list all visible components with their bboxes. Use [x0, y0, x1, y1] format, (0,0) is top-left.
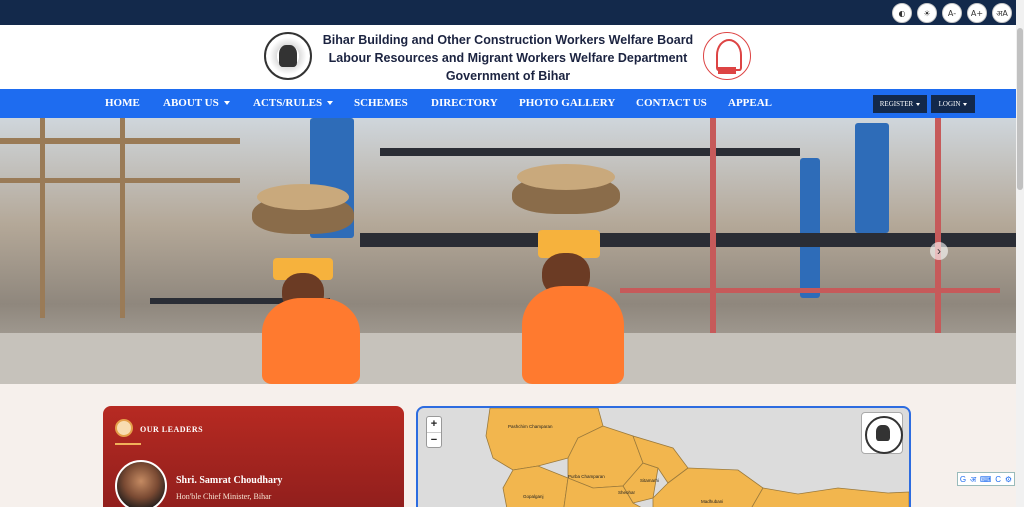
- nav-directory[interactable]: DIRECTORY: [431, 89, 498, 118]
- zoom-out-button[interactable]: −: [427, 432, 441, 447]
- title-underline: [115, 443, 141, 445]
- header-line-government: Government of Bihar: [445, 69, 571, 83]
- zoom-in-button[interactable]: +: [427, 417, 441, 432]
- chevron-down-icon: [916, 102, 921, 106]
- google-icon: G: [959, 474, 967, 484]
- map-shapes: [485, 408, 909, 507]
- language-toggle-button[interactable]: अA: [992, 3, 1012, 23]
- basin-load: [517, 164, 615, 190]
- contrast-icon[interactable]: ◐: [892, 3, 912, 23]
- header-line-board: Bihar Building and Other Construction Wo…: [322, 33, 694, 47]
- brightness-icon[interactable]: ☀: [917, 3, 937, 23]
- worker-vest: [522, 286, 624, 384]
- scaffold-pole: [40, 118, 45, 318]
- hero-banner: ›: [0, 118, 1016, 384]
- settings-icon[interactable]: ⚙: [1005, 475, 1012, 484]
- bihar-government-logo: [703, 32, 751, 80]
- nav-acts-rules[interactable]: ACTS/RULES: [253, 89, 334, 118]
- nav-home-label: HOME: [105, 97, 140, 109]
- font-decrease-button[interactable]: A-: [942, 3, 962, 23]
- label-gopalganj: Gopalganj: [523, 494, 544, 499]
- map-zoom-control: + −: [426, 416, 442, 448]
- label-pashchim-champaran: Pashchim Champaran: [508, 424, 553, 429]
- nav-home[interactable]: HOME: [105, 89, 140, 118]
- copy-icon[interactable]: C: [995, 475, 1001, 484]
- our-leaders-card: OUR LEADERS Shri. Samrat Choudhary Hon'b…: [103, 406, 404, 507]
- nav-about-us[interactable]: ABOUT US: [163, 89, 230, 118]
- district-gopalganj[interactable]: [502, 465, 569, 507]
- pipe: [360, 233, 1016, 247]
- chevron-down-icon: [327, 101, 334, 106]
- leader-photo: [115, 460, 167, 507]
- blue-tank: [800, 158, 820, 298]
- nav-about-us-label: ABOUT US: [163, 97, 219, 109]
- scrollbar-thumb[interactable]: [1017, 28, 1023, 190]
- leaders-title: OUR LEADERS: [140, 425, 204, 434]
- content-section: OUR LEADERS Shri. Samrat Choudhary Hon'b…: [0, 384, 1016, 507]
- nav-photo-gallery[interactable]: PHOTO GALLERY: [519, 89, 615, 118]
- nav-contact-us[interactable]: CONTACT US: [636, 89, 707, 118]
- leader-name: Shri. Samrat Choudhary: [176, 475, 283, 486]
- chevron-down-icon: [963, 102, 968, 106]
- red-rail: [710, 118, 716, 353]
- register-label: REGISTER: [879, 100, 914, 108]
- header-line-department: Labour Resources and Migrant Workers Wel…: [328, 51, 688, 65]
- blue-tank: [855, 123, 889, 233]
- bihar-district-map[interactable]: Pashchim Champaran Purba Champaran Sitam…: [416, 406, 911, 507]
- district-eastern[interactable]: [748, 487, 909, 507]
- accessibility-bar: ◐ ☀ A- A+ अA: [0, 0, 1024, 25]
- translate-widget[interactable]: G अ ⌨ C ⚙: [957, 472, 1015, 486]
- login-label: LOGIN: [938, 100, 961, 108]
- worker-vest: [262, 298, 360, 384]
- red-rail: [935, 118, 941, 353]
- basin-load: [257, 184, 349, 210]
- map-board-logo: [861, 412, 903, 454]
- nav-acts-rules-label: ACTS/RULES: [253, 97, 323, 109]
- scaffold-pole: [120, 118, 125, 318]
- slider-next-button[interactable]: ›: [930, 242, 948, 260]
- nav-appeal-label: APPEAL: [728, 97, 772, 109]
- crown-icon: [115, 419, 133, 437]
- label-madhubani: Madhubani: [701, 499, 724, 504]
- foreground-wall: [0, 333, 1016, 384]
- hindi-input-icon[interactable]: अ: [970, 474, 976, 485]
- label-purba-champaran: Purba Champaran: [568, 474, 605, 479]
- main-nav: HOME ABOUT US ACTS/RULES SCHEMES DIRECTO…: [0, 89, 1024, 118]
- site-header: Bihar Building and Other Construction Wo…: [0, 25, 1024, 89]
- login-button[interactable]: LOGIN: [931, 95, 975, 113]
- register-button[interactable]: REGISTER: [873, 95, 927, 113]
- label-sitamarhi: Sitamarhi: [640, 478, 660, 483]
- nav-photo-gallery-label: PHOTO GALLERY: [519, 97, 616, 109]
- red-rail: [620, 288, 1000, 293]
- nav-schemes-label: SCHEMES: [354, 97, 408, 109]
- nav-appeal[interactable]: APPEAL: [728, 89, 772, 118]
- page-scrollbar[interactable]: [1016, 0, 1024, 507]
- chevron-down-icon: [223, 101, 230, 106]
- accessibility-buttons: ◐ ☀ A- A+ अA: [892, 3, 1012, 23]
- label-sheohar: Sheohar: [618, 490, 636, 495]
- header-title: Bihar Building and Other Construction Wo…: [300, 31, 716, 85]
- pipe: [380, 148, 800, 156]
- keyboard-icon[interactable]: ⌨: [980, 475, 992, 484]
- nav-contact-us-label: CONTACT US: [636, 97, 707, 109]
- nav-directory-label: DIRECTORY: [431, 97, 498, 109]
- nav-schemes[interactable]: SCHEMES: [354, 89, 408, 118]
- leader-role: Hon'ble Chief Minister, Bihar: [176, 492, 272, 501]
- font-increase-button[interactable]: A+: [967, 3, 987, 23]
